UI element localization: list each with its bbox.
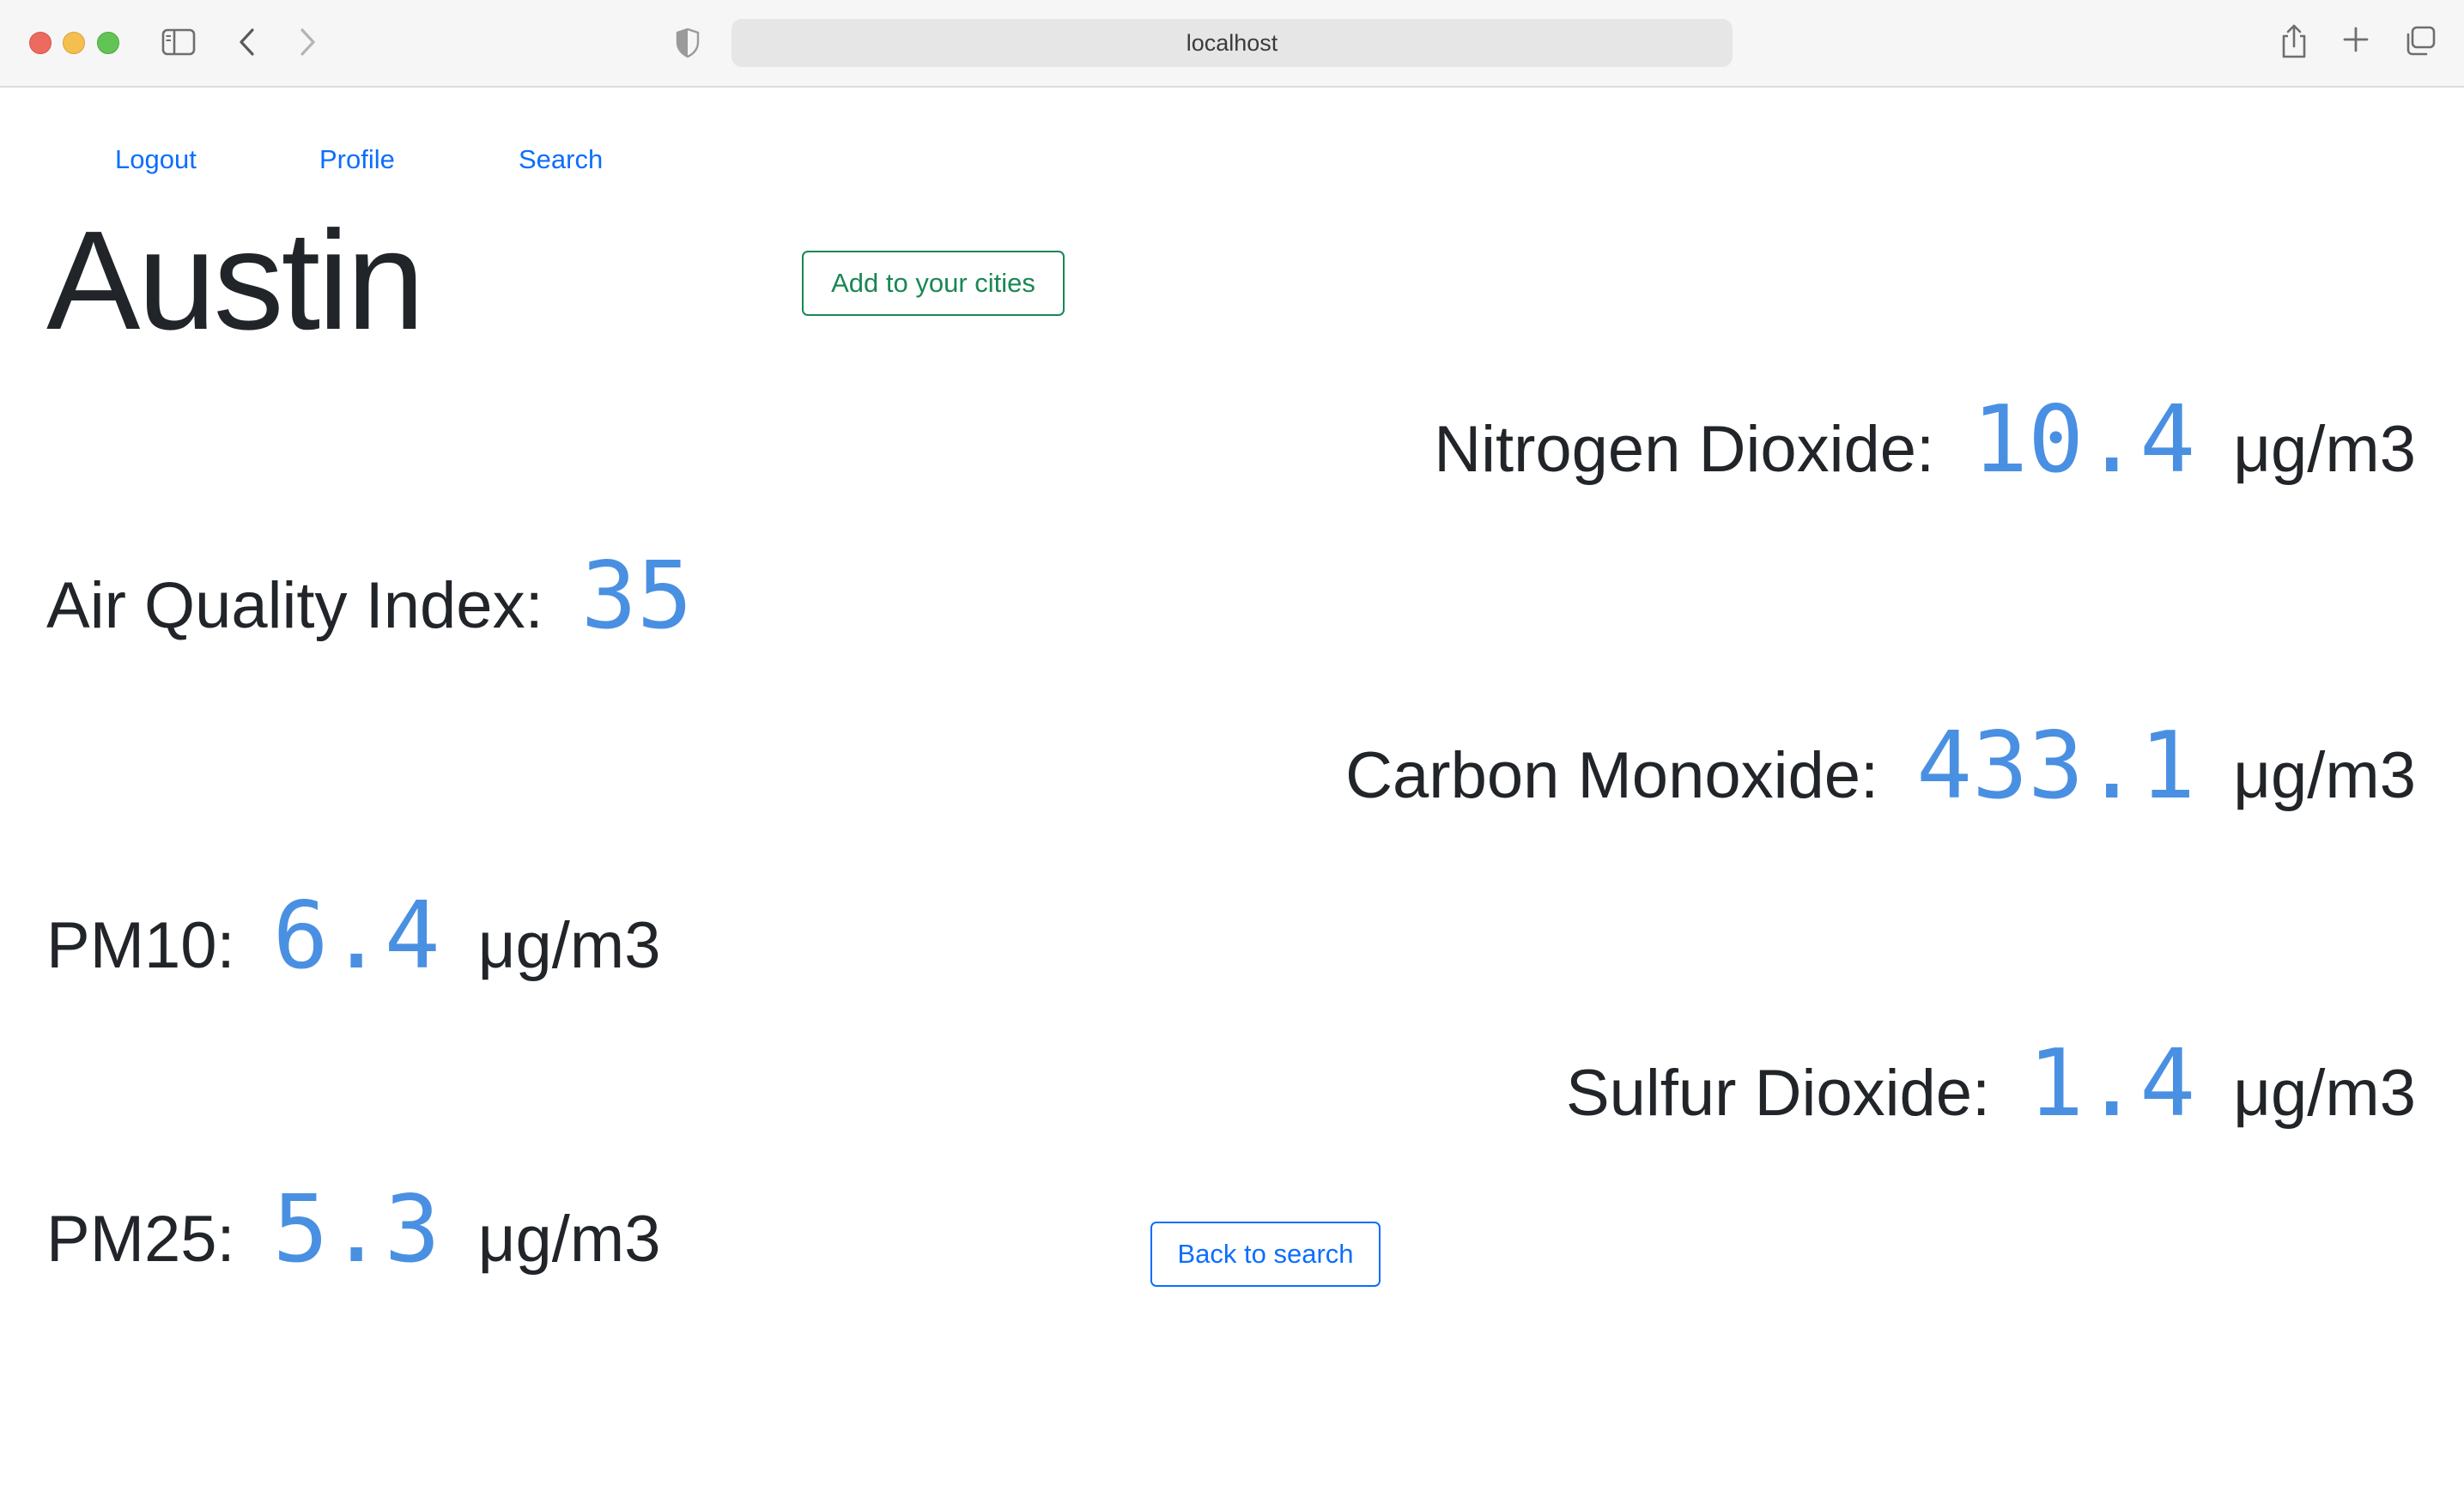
pm10-label: PM10: (46, 909, 235, 982)
aqi-value: 35 (580, 543, 693, 650)
city-title: Austin (46, 202, 425, 359)
back-arrow-icon[interactable] (235, 26, 259, 58)
close-window-button[interactable] (29, 32, 52, 54)
add-to-cities-button[interactable]: Add to your cities (802, 251, 1065, 316)
nitrogen-dioxide-label: Nitrogen Dioxide: (1434, 413, 1935, 486)
carbon-monoxide-label: Carbon Monoxide: (1345, 739, 1879, 812)
nav-logout-link[interactable]: Logout (115, 143, 197, 177)
zoom-window-button[interactable] (97, 32, 119, 54)
sulfur-dioxide-unit: μg/m3 (2233, 1057, 2416, 1130)
url-text: localhost (1186, 30, 1278, 56)
carbon-monoxide-unit: μg/m3 (2233, 739, 2416, 812)
pm25-row: PM25: 5.3 μg/m3 (46, 1176, 660, 1283)
pm10-unit: μg/m3 (477, 909, 661, 982)
pm25-value: 5.3 (272, 1176, 440, 1283)
nitrogen-dioxide-unit: μg/m3 (2233, 413, 2416, 486)
aqi-label: Air Quality Index: (46, 569, 543, 642)
pm10-row: PM10: 6.4 μg/m3 (46, 882, 660, 990)
nav-search-link[interactable]: Search (519, 143, 603, 177)
pm25-label: PM25: (46, 1203, 235, 1276)
nav-profile-link[interactable]: Profile (319, 143, 395, 177)
back-to-search-button[interactable]: Back to search (1150, 1222, 1381, 1287)
privacy-shield-icon[interactable] (675, 27, 701, 58)
sulfur-dioxide-label: Sulfur Dioxide: (1565, 1057, 1991, 1130)
aqi-row: Air Quality Index: 35 (46, 543, 693, 650)
nitrogen-dioxide-value: 10.4 (1972, 386, 2196, 494)
browser-toolbar: localhost (0, 0, 2464, 88)
sulfur-dioxide-value: 1.4 (2028, 1030, 2196, 1137)
address-bar[interactable]: localhost (731, 19, 1733, 67)
pm10-value: 6.4 (272, 882, 440, 990)
minimize-window-button[interactable] (63, 32, 85, 54)
new-tab-icon[interactable] (2342, 26, 2370, 53)
sulfur-dioxide-row: Sulfur Dioxide: 1.4 μg/m3 (1566, 1030, 2416, 1137)
pm25-unit: μg/m3 (477, 1203, 661, 1276)
share-icon[interactable] (2279, 22, 2309, 60)
forward-arrow-icon[interactable] (295, 26, 319, 58)
sidebar-toggle-icon[interactable] (161, 27, 196, 57)
carbon-monoxide-value: 433.1 (1916, 713, 2196, 820)
nitrogen-dioxide-row: Nitrogen Dioxide: 10.4 μg/m3 (1434, 386, 2416, 494)
tab-overview-icon[interactable] (2404, 26, 2437, 57)
carbon-monoxide-row: Carbon Monoxide: 433.1 μg/m3 (1345, 713, 2416, 820)
